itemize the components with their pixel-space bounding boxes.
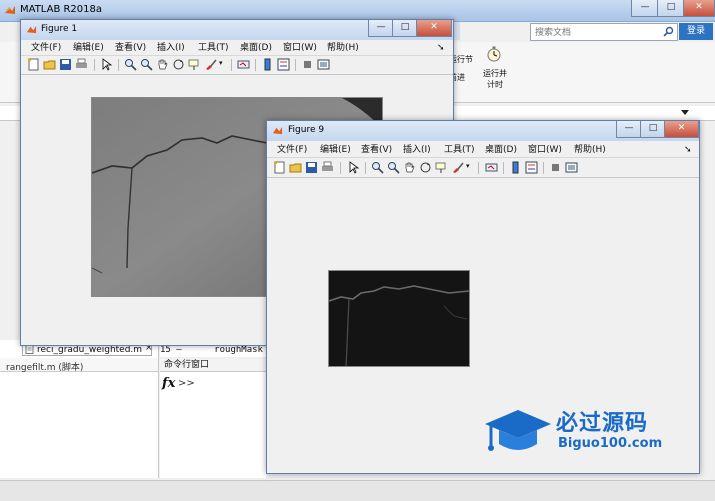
rotate-3d-icon[interactable] xyxy=(419,161,432,174)
colorbar-icon[interactable] xyxy=(261,58,274,71)
select-arrow-icon[interactable] xyxy=(100,58,113,71)
matlab-logo-icon xyxy=(26,25,37,34)
menu-file[interactable]: 文件(F) xyxy=(31,42,61,54)
save-icon[interactable] xyxy=(305,161,318,174)
minimize-button[interactable]: — xyxy=(368,20,394,37)
menu-window[interactable]: 窗口(W) xyxy=(528,144,562,156)
menu-help[interactable]: 帮助(H) xyxy=(574,144,606,156)
toolbar-separator xyxy=(255,59,256,71)
figure-1-toolbar: ▾ xyxy=(21,56,453,75)
run-and-time-icon[interactable] xyxy=(486,46,502,62)
function-browser-icon[interactable]: fx xyxy=(162,376,175,391)
menubar-dock-arrow-icon[interactable]: ➘ xyxy=(684,144,692,156)
close-button[interactable]: ✕ xyxy=(683,0,715,17)
brush-icon[interactable] xyxy=(451,161,464,174)
show-plot-tools-icon[interactable] xyxy=(317,58,330,71)
run-and-time-label[interactable]: 运行并 计时 xyxy=(478,68,512,90)
zoom-in-icon[interactable] xyxy=(371,161,384,174)
sign-in-button[interactable]: 登录 xyxy=(679,23,713,40)
legend-icon[interactable] xyxy=(277,58,290,71)
menu-view[interactable]: 查看(V) xyxy=(115,42,146,54)
hide-plot-tools-icon[interactable] xyxy=(301,58,314,71)
toolbar-separator xyxy=(478,162,479,174)
hide-plot-tools-icon[interactable] xyxy=(549,161,562,174)
figure-9-title: Figure 9 xyxy=(288,125,325,135)
maximize-button[interactable]: □ xyxy=(640,121,666,138)
command-window[interactable] xyxy=(160,372,266,478)
open-file-icon[interactable] xyxy=(43,58,56,71)
toolbar-separator xyxy=(365,162,366,174)
link-plot-icon[interactable] xyxy=(237,58,250,71)
print-icon[interactable] xyxy=(321,161,334,174)
chevron-down-icon[interactable] xyxy=(681,108,689,116)
script-file-icon xyxy=(25,345,34,354)
matlab-title: MATLAB R2018a xyxy=(20,4,103,15)
menu-file[interactable]: 文件(F) xyxy=(277,144,307,156)
close-button[interactable]: ✕ xyxy=(416,20,452,37)
toolbar-separator xyxy=(543,162,544,174)
minimize-button[interactable]: — xyxy=(631,0,659,17)
status-bar xyxy=(0,480,715,501)
toolbar-separator xyxy=(503,162,504,174)
data-cursor-icon[interactable] xyxy=(435,161,448,174)
zoom-in-icon[interactable] xyxy=(124,58,137,71)
toolbar-separator xyxy=(340,162,341,174)
legend-icon[interactable] xyxy=(525,161,538,174)
toolbar-separator xyxy=(94,59,95,71)
pan-hand-icon[interactable] xyxy=(156,58,169,71)
close-button[interactable]: ✕ xyxy=(664,121,699,138)
maximize-button[interactable]: □ xyxy=(392,20,418,37)
menu-tools[interactable]: 工具(T) xyxy=(198,42,229,54)
command-prompt: >> xyxy=(178,378,195,389)
command-window-title: 命令行窗口 xyxy=(160,359,266,372)
save-icon[interactable] xyxy=(59,58,72,71)
menu-insert[interactable]: 插入(I) xyxy=(157,42,185,54)
menu-edit[interactable]: 编辑(E) xyxy=(320,144,351,156)
menu-desktop[interactable]: 桌面(D) xyxy=(485,144,517,156)
new-figure-icon[interactable] xyxy=(273,161,286,174)
menu-edit[interactable]: 编辑(E) xyxy=(73,42,104,54)
brush-dropdown-icon[interactable]: ▾ xyxy=(219,59,223,67)
search-input[interactable] xyxy=(533,25,661,41)
figure-1-menubar: 文件(F) 编辑(E) 查看(V) 插入(I) 工具(T) 桌面(D) 窗口(W… xyxy=(21,41,453,56)
rotate-3d-icon[interactable] xyxy=(172,58,185,71)
watermark-url: Biguo100.com xyxy=(558,436,663,451)
select-arrow-icon[interactable] xyxy=(347,161,360,174)
minimize-button[interactable]: — xyxy=(616,121,642,138)
watermark-text: 必过源码 xyxy=(556,411,649,436)
maximize-button[interactable]: □ xyxy=(657,0,685,17)
new-figure-icon[interactable] xyxy=(27,58,40,71)
menu-help[interactable]: 帮助(H) xyxy=(327,42,359,54)
toolbar-separator xyxy=(118,59,119,71)
matlab-logo-icon xyxy=(5,6,15,14)
show-plot-tools-icon[interactable] xyxy=(565,161,578,174)
menubar-dock-arrow-icon[interactable]: ➘ xyxy=(437,42,445,54)
menu-tools[interactable]: 工具(T) xyxy=(444,144,475,156)
zoom-out-icon[interactable] xyxy=(387,161,400,174)
file-details: rangefilt.m (脚本) xyxy=(6,363,84,373)
search-box xyxy=(530,23,678,41)
graduation-cap-logo-icon xyxy=(485,410,551,451)
search-icon[interactable] xyxy=(663,26,674,37)
pan-hand-icon[interactable] xyxy=(403,161,416,174)
open-file-icon[interactable] xyxy=(289,161,302,174)
toolbar-separator xyxy=(295,59,296,71)
zoom-out-icon[interactable] xyxy=(140,58,153,71)
figure-1-title: Figure 1 xyxy=(41,24,78,34)
menu-view[interactable]: 查看(V) xyxy=(361,144,392,156)
brush-icon[interactable] xyxy=(204,58,217,71)
menu-desktop[interactable]: 桌面(D) xyxy=(240,42,272,54)
menu-insert[interactable]: 插入(I) xyxy=(403,144,431,156)
colorbar-icon[interactable] xyxy=(509,161,522,174)
matlab-logo-icon xyxy=(272,126,283,135)
link-plot-icon[interactable] xyxy=(485,161,498,174)
brush-dropdown-icon[interactable]: ▾ xyxy=(466,162,470,170)
menu-window[interactable]: 窗口(W) xyxy=(283,42,317,54)
figure-9-menubar: 文件(F) 编辑(E) 查看(V) 插入(I) 工具(T) 桌面(D) 窗口(W… xyxy=(267,143,699,158)
crack-image-filtered xyxy=(328,270,470,367)
print-icon[interactable] xyxy=(75,58,88,71)
figure-9-toolbar: ▾ xyxy=(267,159,699,178)
data-cursor-icon[interactable] xyxy=(188,58,201,71)
toolbar-separator xyxy=(231,59,232,71)
